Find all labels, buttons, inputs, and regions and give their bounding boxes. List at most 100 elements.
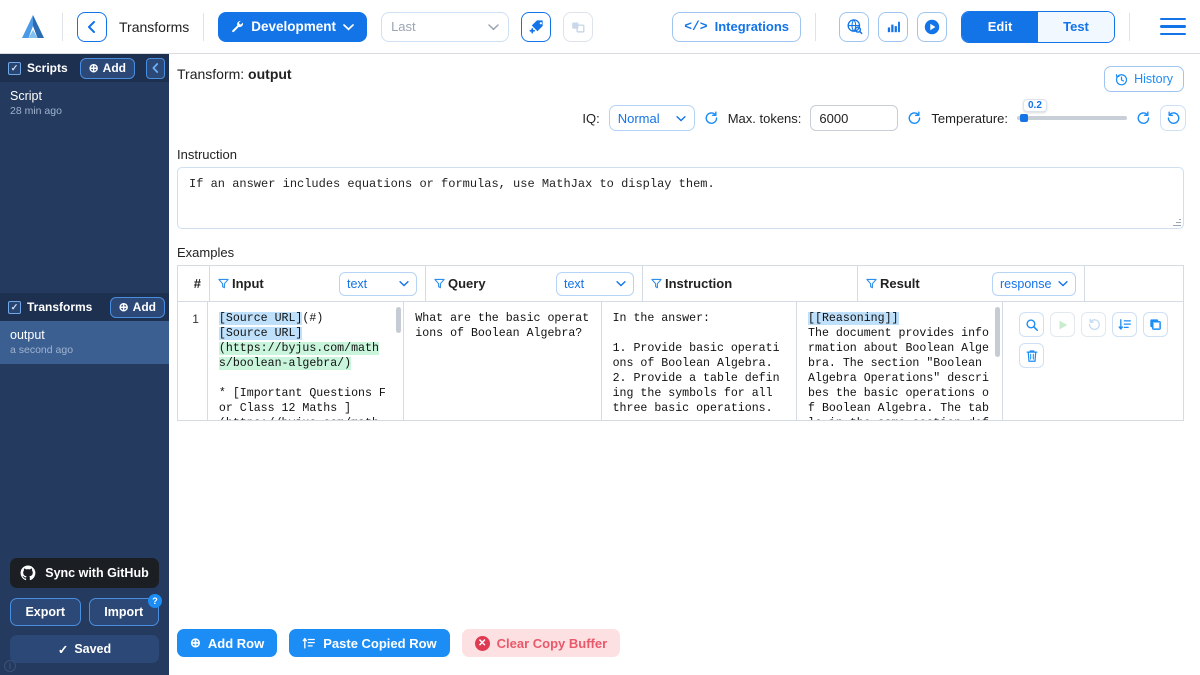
transform-name: output xyxy=(10,328,159,342)
input-highlight-1: [Source URL] xyxy=(219,312,303,325)
filter-icon[interactable] xyxy=(651,278,662,289)
cell-result-text: [[Reasoning]] The document provides info… xyxy=(797,302,1002,420)
temperature-knob[interactable] xyxy=(1020,114,1028,122)
instruction-textarea[interactable]: If an answer includes equations or formu… xyxy=(177,167,1184,229)
statistics-button[interactable] xyxy=(878,12,908,42)
temperature-slider[interactable]: 0.2 xyxy=(1017,108,1127,128)
iq-select[interactable]: Normal xyxy=(609,105,695,131)
environment-button[interactable]: Development xyxy=(218,12,367,42)
scripts-checkbox-icon[interactable]: ✓ xyxy=(8,62,21,75)
transform-timestamp: a second ago xyxy=(10,344,159,356)
cell-input[interactable]: [Source URL](#) [Source URL] (https://by… xyxy=(208,302,404,420)
table-header-row: # Input text xyxy=(178,266,1183,302)
add-transform-label: Add xyxy=(133,300,156,314)
plus-circle-icon: ⊕ xyxy=(89,61,99,75)
cell-instruction[interactable]: In the answer: 1. Provide basic operatio… xyxy=(602,302,797,420)
page-title: Transform: output xyxy=(177,66,292,82)
cell-result[interactable]: [[Reasoning]] The document provides info… xyxy=(797,302,1003,420)
filter-icon[interactable] xyxy=(218,278,229,289)
sidebar-item-output[interactable]: output a second ago xyxy=(0,321,169,364)
import-help-badge[interactable]: ? xyxy=(148,594,162,608)
column-header-actions xyxy=(1085,266,1183,301)
input-type-select[interactable]: text xyxy=(339,272,417,296)
revert-row-icon[interactable] xyxy=(1081,312,1106,337)
history-label: History xyxy=(1134,72,1173,86)
column-label-instruction: Instruction xyxy=(665,276,732,291)
filter-icon[interactable] xyxy=(866,278,877,289)
cell-scrollbar[interactable] xyxy=(396,307,401,333)
info-icon[interactable]: i xyxy=(4,660,16,672)
page-title-name: output xyxy=(248,66,292,82)
run-row-icon[interactable] xyxy=(1050,312,1075,337)
reset-max-tokens-icon[interactable] xyxy=(907,111,922,126)
breadcrumb[interactable]: Transforms xyxy=(119,19,189,35)
max-tokens-input[interactable]: 6000 xyxy=(810,105,898,131)
result-type-select[interactable]: response xyxy=(992,272,1076,296)
tab-test[interactable]: Test xyxy=(1038,12,1114,42)
temperature-value: 0.2 xyxy=(1023,99,1047,112)
tab-edit[interactable]: Edit xyxy=(962,12,1038,42)
add-row-button[interactable]: ⊕ Add Row xyxy=(177,629,277,657)
sync-with-github-button[interactable]: Sync with GitHub xyxy=(10,558,159,588)
sidebar-item-script[interactable]: Script 28 min ago xyxy=(0,82,169,125)
result-type-value: response xyxy=(1000,277,1051,291)
saved-status-button[interactable]: ✓ Saved xyxy=(10,635,159,663)
app-logo xyxy=(18,12,48,42)
wrench-icon xyxy=(231,20,244,33)
column-label-result: Result xyxy=(880,276,920,291)
sidebar-footer: Sync with GitHub Export Import ? ✓ Saved xyxy=(0,558,169,675)
add-script-button[interactable]: ⊕ Add xyxy=(80,58,135,79)
paste-copied-row-button[interactable]: Paste Copied Row xyxy=(289,629,449,657)
saved-label: Saved xyxy=(74,642,111,656)
top-toolbar: Transforms Development Last xyxy=(0,0,1200,54)
iq-label: IQ: xyxy=(582,111,599,126)
back-button[interactable] xyxy=(77,12,107,42)
toolbar-divider-2 xyxy=(203,13,204,41)
cell-query[interactable]: What are the basic operations of Boolean… xyxy=(404,302,601,420)
search-row-icon[interactable] xyxy=(1019,312,1044,337)
run-button[interactable] xyxy=(917,12,947,42)
integrations-button[interactable]: </> Integrations xyxy=(672,12,801,42)
copy-row-icon[interactable] xyxy=(1143,312,1168,337)
close-icon: ✕ xyxy=(475,636,490,651)
import-label: Import xyxy=(104,605,143,619)
reset-iq-icon[interactable] xyxy=(704,111,719,126)
input-plain-2: * [Important Questions For Class 12 Math… xyxy=(219,387,386,420)
environment-label: Development xyxy=(251,19,336,34)
undo-button[interactable] xyxy=(1160,105,1186,131)
resize-handle[interactable] xyxy=(1172,218,1181,227)
reset-temperature-icon[interactable] xyxy=(1136,111,1151,126)
chevron-down-icon xyxy=(1058,280,1068,287)
column-header-number: # xyxy=(178,266,210,301)
table-footer-actions: ⊕ Add Row Paste Copied Row ✕ Clear Copy … xyxy=(169,629,1192,675)
row-number: 1 xyxy=(178,302,208,420)
add-tag-button[interactable] xyxy=(521,12,551,42)
duplicate-button[interactable] xyxy=(563,12,593,42)
chevron-down-icon xyxy=(399,280,409,287)
export-import-row: Export Import ? xyxy=(10,598,159,626)
github-icon xyxy=(20,565,36,581)
iq-value: Normal xyxy=(618,111,660,126)
collapse-sidebar-button[interactable] xyxy=(146,58,165,79)
add-transform-button[interactable]: ⊕ Add xyxy=(110,297,165,318)
code-icon: </> xyxy=(684,19,707,34)
hamburger-menu-icon[interactable] xyxy=(1160,18,1186,36)
delete-row-icon[interactable] xyxy=(1019,343,1044,368)
export-button[interactable]: Export xyxy=(10,598,81,626)
column-header-query: Query text xyxy=(426,266,643,301)
cell-scrollbar[interactable] xyxy=(995,307,1000,357)
filter-icon[interactable] xyxy=(434,278,445,289)
query-type-select[interactable]: text xyxy=(556,272,634,296)
instruction-value: If an answer includes equations or formu… xyxy=(189,177,715,191)
import-button[interactable]: Import ? xyxy=(89,598,160,626)
version-select[interactable]: Last xyxy=(381,12,509,42)
paste-copied-row-label: Paste Copied Row xyxy=(323,636,436,651)
transforms-checkbox-icon[interactable]: ✓ xyxy=(8,301,21,314)
insert-row-icon[interactable] xyxy=(1112,312,1137,337)
integrations-label: Integrations xyxy=(715,19,789,34)
history-button[interactable]: History xyxy=(1104,66,1184,92)
model-parameters: IQ: Normal Max. tokens: 6000 Temp xyxy=(169,92,1192,131)
clear-copy-buffer-button[interactable]: ✕ Clear Copy Buffer xyxy=(462,629,621,657)
transforms-list-empty-space xyxy=(0,364,169,390)
globe-search-button[interactable] xyxy=(839,12,869,42)
